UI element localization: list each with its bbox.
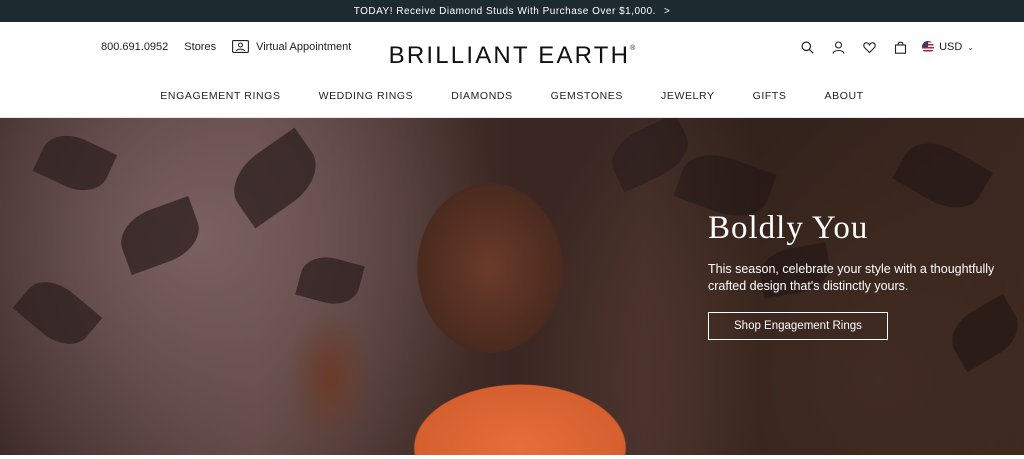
- bag-icon[interactable]: [885, 38, 916, 56]
- currency-selector[interactable]: USD ⌄: [922, 41, 974, 53]
- heart-icon[interactable]: [854, 38, 885, 56]
- main-nav: ENGAGEMENT RINGS WEDDING RINGS DIAMONDS …: [0, 90, 1024, 102]
- registered-mark: ®: [630, 45, 636, 52]
- promo-banner[interactable]: TODAY! Receive Diamond Studs With Purcha…: [0, 0, 1024, 22]
- hero-copy: Boldly You This season, celebrate your s…: [708, 210, 998, 340]
- hero-subtitle: This season, celebrate your style with a…: [708, 262, 995, 293]
- nav-item-engagement-rings[interactable]: ENGAGEMENT RINGS: [141, 90, 299, 102]
- site-header: 800.691.0952 Stores Virtual Appointment …: [0, 22, 1024, 118]
- logo-text: BRILLIANT EARTH: [388, 42, 631, 69]
- nav-item-gemstones[interactable]: GEMSTONES: [532, 90, 642, 102]
- hero-title: Boldly You: [708, 210, 869, 246]
- nav-item-wedding-rings[interactable]: WEDDING RINGS: [300, 90, 433, 102]
- nav-item-about[interactable]: ABOUT: [806, 90, 883, 102]
- chevron-right-icon: >: [663, 5, 671, 17]
- chevron-down-icon: ⌄: [967, 42, 974, 52]
- nav-item-jewelry[interactable]: JEWELRY: [642, 90, 734, 102]
- search-icon[interactable]: [792, 38, 823, 56]
- us-flag-icon: [922, 41, 935, 53]
- nav-item-gifts[interactable]: GIFTS: [734, 90, 806, 102]
- account-icon[interactable]: [823, 38, 854, 56]
- header-utility-right: USD ⌄: [792, 38, 974, 56]
- shop-engagement-rings-button[interactable]: Shop Engagement Rings: [708, 312, 888, 340]
- hero-banner: Boldly You This season, celebrate your s…: [0, 118, 1024, 455]
- promo-text: TODAY! Receive Diamond Studs With Purcha…: [353, 5, 656, 17]
- nav-item-diamonds[interactable]: DIAMONDS: [432, 90, 531, 102]
- currency-label: USD: [939, 41, 963, 53]
